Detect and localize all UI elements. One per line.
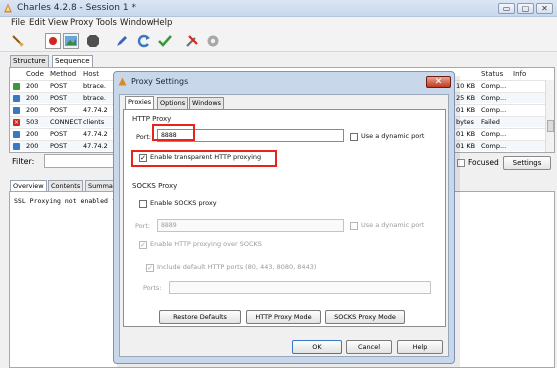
restore-defaults-button[interactable]: Restore Defaults	[159, 310, 241, 324]
cancel-button[interactable]: Cancel	[346, 340, 392, 354]
row-host: btrace.	[83, 82, 106, 90]
port-highlight-box	[152, 124, 195, 141]
ports-label: Ports:	[143, 284, 162, 292]
menu-view[interactable]: View	[48, 18, 68, 28]
row-code: 200	[26, 82, 39, 90]
row-method: CONNECT	[50, 118, 82, 126]
dynamic-port-checkbox[interactable]	[350, 133, 358, 141]
scrollbar-thumb[interactable]	[547, 120, 554, 132]
tab-structure[interactable]: Structure	[10, 55, 49, 67]
row-code: 200	[26, 142, 39, 150]
window-title: Charles 4.2.8 - Session 1 *	[17, 3, 136, 13]
dialog-title: Proxy Settings	[131, 77, 189, 86]
info-icon	[13, 131, 20, 138]
socks-proxy-section-title: SOCKS Proxy	[132, 182, 178, 190]
record-icon[interactable]	[45, 33, 61, 49]
row-status: Comp...	[481, 82, 507, 90]
socks-dynamic-port-checkbox[interactable]	[350, 222, 358, 230]
row-status: Comp...	[481, 142, 507, 150]
socks-dynamic-port-label: Use a dynamic port	[361, 221, 425, 229]
minimize-button[interactable]: ▭	[498, 3, 515, 14]
transparent-proxy-checkbox[interactable]: ✓	[139, 154, 147, 162]
row-host: clients	[83, 118, 105, 126]
tab-proxies[interactable]: Proxies	[125, 96, 155, 109]
row-host: 47.74.2	[83, 142, 108, 150]
pen-icon[interactable]	[114, 33, 130, 49]
breakpoint-icon[interactable]	[85, 33, 101, 49]
error-icon: ×	[13, 119, 20, 126]
refresh-icon[interactable]	[136, 33, 152, 49]
menu-tools[interactable]: Tools	[96, 18, 117, 28]
row-code: 200	[26, 106, 39, 114]
enable-socks-checkbox[interactable]	[139, 200, 147, 208]
settings-gear-icon[interactable]	[205, 33, 221, 49]
tab-options[interactable]: Options	[157, 97, 189, 109]
menu-help[interactable]: Help	[153, 18, 172, 28]
filter-label: Filter:	[12, 157, 35, 166]
success-icon	[13, 83, 20, 90]
dialog-close-button[interactable]: ✕	[426, 76, 451, 88]
row-host: 47.74.2	[83, 130, 108, 138]
row-status: Failed	[481, 118, 500, 126]
include-default-ports-label: Include default HTTP ports (80, 443, 808…	[157, 263, 317, 271]
help-button[interactable]: Help	[397, 340, 443, 354]
row-code: 200	[26, 130, 39, 138]
charles-dialog-icon	[118, 77, 127, 86]
ports-input[interactable]	[169, 281, 431, 294]
menu-window[interactable]: Window	[120, 18, 154, 28]
row-code: 200	[26, 94, 39, 102]
check-icon[interactable]	[157, 33, 173, 49]
row-method: POST	[50, 94, 68, 102]
maximize-button[interactable]: ▢	[517, 3, 534, 14]
menu-file[interactable]: File	[11, 18, 25, 28]
throttle-icon[interactable]	[63, 33, 79, 49]
info-icon	[13, 107, 20, 114]
menu-edit[interactable]: Edit	[29, 18, 45, 28]
port-label: Port:	[136, 133, 152, 141]
filter-input[interactable]	[44, 154, 114, 168]
tab-sequence[interactable]: Sequence	[52, 55, 93, 67]
ok-button[interactable]: OK	[292, 340, 342, 354]
include-default-ports-checkbox[interactable]: ✓	[146, 264, 154, 272]
ssl-proxying-note: SSL Proxying not enabled f	[14, 197, 116, 205]
row-status: Comp...	[481, 94, 507, 102]
info-icon	[13, 143, 20, 150]
row-status: Comp...	[481, 106, 507, 114]
row-status: Comp...	[481, 130, 507, 138]
socks-port-input[interactable]: 8889	[157, 219, 344, 232]
row-method: POST	[50, 142, 68, 150]
http-over-socks-checkbox[interactable]: ✓	[139, 241, 147, 249]
table-scrollbar[interactable]	[545, 80, 554, 152]
close-window-button[interactable]: ✕	[536, 3, 553, 14]
row-host: 47.74.2	[83, 106, 108, 114]
transparent-proxy-label: Enable transparent HTTP proxying	[150, 153, 262, 161]
dynamic-port-label: Use a dynamic port	[361, 132, 425, 140]
tools-icon[interactable]	[184, 33, 200, 49]
socks-proxy-mode-button[interactable]: SOCKS Proxy Mode	[325, 310, 405, 324]
focused-label: Focused	[468, 158, 499, 167]
charles-app-icon	[3, 3, 13, 13]
filter-settings-button[interactable]: Settings	[503, 156, 551, 170]
toolbar	[0, 30, 557, 52]
tab-overview[interactable]: Overview	[10, 180, 47, 191]
tab-windows[interactable]: Windows	[189, 97, 225, 109]
row-method: POST	[50, 106, 68, 114]
row-method: POST	[50, 130, 68, 138]
tab-contents[interactable]: Contents	[48, 180, 84, 191]
http-over-socks-label: Enable HTTP proxying over SOCKS	[150, 240, 262, 248]
row-host: btrace.	[83, 94, 106, 102]
http-proxy-mode-button[interactable]: HTTP Proxy Mode	[246, 310, 321, 324]
menu-proxy[interactable]: Proxy	[70, 18, 93, 28]
info-icon	[13, 95, 20, 102]
socks-port-label: Port:	[135, 222, 151, 230]
http-proxy-section-title: HTTP Proxy	[132, 115, 172, 123]
enable-socks-label: Enable SOCKS proxy	[150, 199, 217, 207]
row-method: POST	[50, 82, 68, 90]
row-code: 503	[26, 118, 39, 126]
broom-icon[interactable]	[10, 33, 26, 49]
